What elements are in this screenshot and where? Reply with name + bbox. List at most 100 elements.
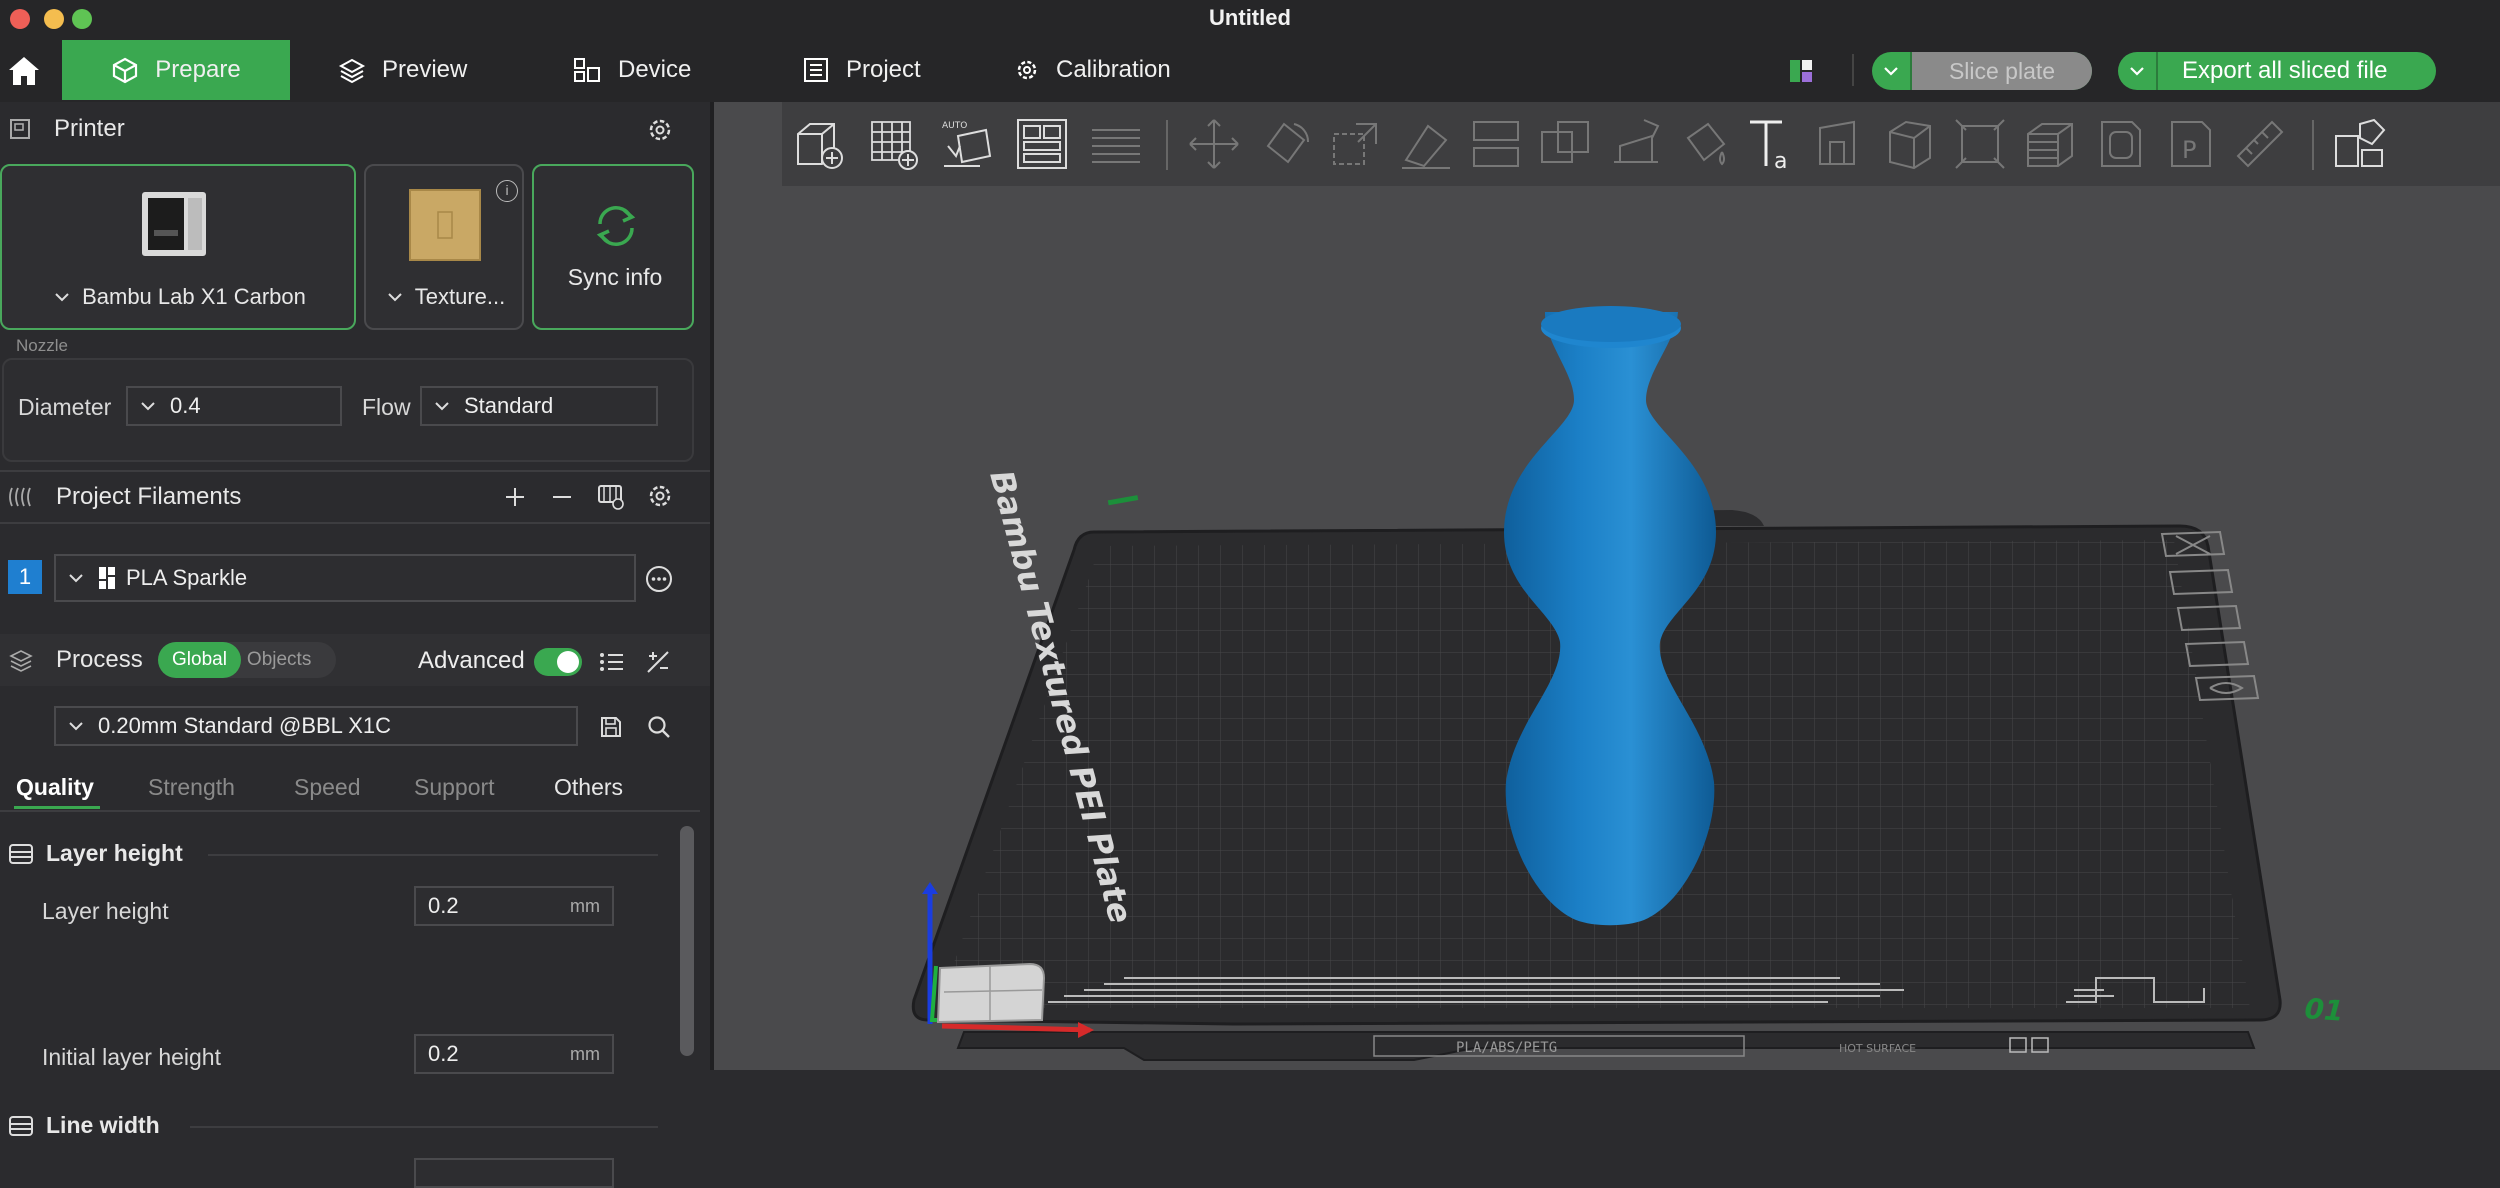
sync-info-label: Sync info [567,264,663,290]
chevron-down-icon [435,402,449,411]
flow-value: Standard [464,393,554,418]
build-plate-scene[interactable]: Bambu Textured PEI Plate PLA/ABS/PETG HO… [714,102,2500,1070]
line-width-input[interactable] [414,1158,614,1188]
ams-icon [598,485,624,510]
subtab-speed[interactable]: Speed [294,774,361,801]
cube-icon [113,57,138,84]
export-all-label: Export all sliced file [2182,57,2388,84]
home-icon [9,57,39,85]
subtab-strength[interactable]: Strength [148,774,235,801]
initial-layer-height-value: 0.2 [428,1041,459,1066]
plus-icon [506,488,524,506]
filament-icon [9,487,31,507]
chevron-down-icon[interactable] [2118,52,2158,90]
title-bar: Untitled [0,0,2500,38]
filament-name: PLA Sparkle [126,565,248,590]
process-section-title: Process [56,646,143,673]
gear-icon [649,119,671,141]
initial-layer-height-label: Initial layer height [42,1044,221,1070]
slice-plate-label: Slice plate [1912,52,2092,90]
3d-viewport[interactable]: AUTO a P Bambu Textured PEI Plate PLA/AB… [714,102,2500,1070]
tab-prepare[interactable]: Prepare [62,40,290,100]
subtab-quality[interactable]: Quality [16,774,94,801]
flow-label: Flow [362,394,411,420]
device-icon [574,58,600,82]
process-preset-select[interactable]: 0.20mm Standard @BBL X1C [54,706,578,746]
bambu-logo-icon [99,567,115,589]
plate-type-card[interactable]: i Texture... [364,164,524,330]
filament-select[interactable]: PLA Sparkle [54,554,636,602]
subtab-support[interactable]: Support [414,774,495,801]
initial-layer-height-unit: mm [570,1043,600,1064]
settings-sidebar: Printer Bambu Lab X1 Carbon i Texture...… [0,102,710,1188]
save-icon [601,717,621,737]
settings-scrollbar[interactable] [680,826,694,1056]
main-menu-bar: Prepare Preview Device Project Calibrati… [0,38,2500,102]
search-icon [648,716,670,738]
more-options-icon [646,566,672,592]
tab-calibration[interactable]: Calibration [1014,40,1171,100]
chevron-down-icon[interactable] [1872,52,1912,90]
plate-type-name: Texture... [414,284,506,309]
gear-icon [1017,60,1037,80]
diameter-select[interactable]: 0.4 [126,386,342,426]
printer-select-card[interactable]: Bambu Lab X1 Carbon [0,164,356,330]
sync-info-button[interactable]: Sync info [532,164,694,330]
filament-settings-button[interactable] [644,480,676,512]
sync-icon [596,206,636,246]
project-list-icon [804,58,828,82]
layer-height-value: 0.2 [428,893,459,918]
advanced-toggle[interactable] [534,648,582,676]
plate-layout-button[interactable] [1786,56,1816,86]
tab-project[interactable]: Project [802,40,921,100]
save-preset-button[interactable] [596,712,626,742]
export-all-button[interactable]: Export all sliced file [2118,52,2436,90]
tab-project-label: Project [846,56,921,83]
layer-height-input[interactable]: 0.2 mm [414,886,614,926]
home-button[interactable] [4,52,44,90]
search-settings-button[interactable] [644,712,674,742]
tab-prepare-label: Prepare [155,56,241,83]
printer-section-header: Printer [0,102,710,156]
filament-more-button[interactable] [644,564,674,594]
chevron-down-icon [388,293,402,302]
chevron-down-icon [69,722,83,731]
line-width-icon [9,1116,33,1136]
printer-section-title: Printer [54,115,125,142]
printer-settings-button[interactable] [644,114,676,146]
minus-icon [553,496,571,498]
list-icon [600,653,623,671]
global-toggle-option[interactable]: Global [158,642,241,678]
filament-index-badge[interactable]: 1 [8,560,42,594]
info-icon[interactable]: i [496,180,518,202]
chevron-down-icon [69,574,83,583]
process-preset-value: 0.20mm Standard @BBL X1C [98,713,391,738]
ams-sync-button[interactable] [594,480,628,514]
layer-height-label: Layer height [42,898,169,924]
nozzle-label: Nozzle [16,336,68,355]
plate-material-label: PLA/ABS/PETG [1456,1040,1557,1056]
compare-icon [647,651,669,673]
slice-plate-button[interactable]: Slice plate [1872,52,2092,90]
tab-preview[interactable]: Preview [338,40,467,100]
layer-height-unit: mm [570,895,600,916]
diameter-label: Diameter [18,394,112,420]
remove-filament-button[interactable] [547,482,577,512]
objects-toggle-option[interactable]: Objects [241,649,311,671]
layers-icon [338,58,366,84]
subtab-others[interactable]: Others [554,774,623,801]
flow-select[interactable]: Standard [420,386,658,426]
printer-name: Bambu Lab X1 Carbon [82,284,306,309]
process-list-button[interactable] [596,646,628,678]
tab-device-label: Device [618,56,692,83]
add-filament-button[interactable] [500,482,530,512]
advanced-label: Advanced [418,647,525,674]
tab-calibration-label: Calibration [1056,56,1171,83]
tab-device[interactable]: Device [572,40,691,100]
gear-icon [649,485,671,507]
printer-thumbnail [142,192,206,256]
textured-plate-thumbnail [409,189,481,261]
process-compare-button[interactable] [642,646,674,678]
initial-layer-height-input[interactable]: 0.2 mm [414,1034,614,1074]
global-objects-toggle[interactable]: Global Objects [158,642,336,678]
